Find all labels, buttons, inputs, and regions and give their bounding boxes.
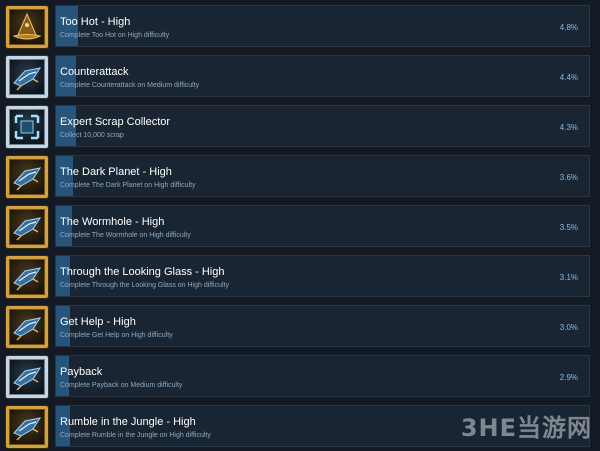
achievement-description: Complete Too Hot on High difficulty — [60, 32, 170, 39]
achievement-description: Complete Payback on Medium difficulty — [60, 382, 183, 389]
spaceship-icon — [6, 406, 48, 448]
achievement-panel: The Dark Planet - High Complete The Dark … — [55, 155, 590, 197]
achievement-title: Expert Scrap Collector — [60, 116, 171, 128]
spaceship-icon-graphic — [13, 267, 42, 291]
spaceship-icon — [6, 56, 48, 98]
unlock-percent: 3.6% — [559, 173, 578, 182]
wizard-hat-icon — [6, 6, 48, 48]
spaceship-icon — [6, 156, 48, 198]
achievement-row[interactable]: Too Hot - High Complete Too Hot on High d… — [0, 4, 600, 54]
spaceship-icon-graphic — [13, 417, 42, 441]
achievement-title: The Dark Planet - High — [60, 166, 172, 178]
achievement-title: Through the Looking Glass - High — [60, 266, 225, 278]
achievement-panel: The Wormhole - High Complete The Wormhole… — [55, 205, 590, 247]
achievement-row[interactable]: Counterattack Complete Counterattack on M… — [0, 54, 600, 104]
achievement-title: Get Help - High — [60, 316, 136, 328]
achievement-panel: Counterattack Complete Counterattack on M… — [55, 55, 590, 97]
spaceship-icon-graphic — [13, 67, 42, 91]
achievement-description: Complete The Dark Planet on High difficu… — [60, 182, 196, 189]
unlock-percent: 2.9% — [559, 373, 578, 382]
achievement-title: The Wormhole - High — [60, 216, 165, 228]
scrap-target-icon-graphic — [14, 114, 40, 140]
unlock-percent: 3.0% — [559, 323, 578, 332]
achievement-row[interactable]: The Wormhole - High Complete The Wormhole… — [0, 204, 600, 254]
achievement-description: Complete Rumble in the Jungle on High di… — [60, 432, 211, 439]
achievement-row[interactable]: The Dark Planet - High Complete The Dark … — [0, 154, 600, 204]
spaceship-icon-graphic — [13, 167, 42, 191]
achievement-panel: Too Hot - High Complete Too Hot on High d… — [55, 5, 590, 47]
unlock-percent: 3.1% — [559, 273, 578, 282]
achievement-description: Collect 10,000 scrap — [60, 132, 124, 139]
achievement-panel: Expert Scrap Collector Collect 10,000 scr… — [55, 105, 590, 147]
achievement-description: Complete Through the Looking Glass on Hi… — [60, 282, 230, 289]
achievement-panel: Payback Complete Payback on Medium diffic… — [55, 355, 590, 397]
achievement-row[interactable]: Expert Scrap Collector Collect 10,000 scr… — [0, 104, 600, 154]
spaceship-icon — [6, 306, 48, 348]
achievement-description: Complete Counterattack on Medium difficu… — [60, 82, 200, 89]
achievement-row[interactable]: Payback Complete Payback on Medium diffic… — [0, 354, 600, 404]
unlock-percent: 3.5% — [559, 223, 578, 232]
spaceship-icon-graphic — [13, 367, 42, 391]
unlock-percent: 4.8% — [559, 23, 578, 32]
spaceship-icon — [6, 206, 48, 248]
achievement-title: Rumble in the Jungle - High — [60, 416, 196, 428]
unlock-percent: 4.4% — [559, 73, 578, 82]
wizard-hat-icon-graphic — [12, 12, 42, 40]
achievement-row[interactable]: Through the Looking Glass - High Complete… — [0, 254, 600, 304]
watermark-logo: 3HE当游网 — [460, 414, 592, 442]
achievement-panel: Through the Looking Glass - High Complete… — [55, 255, 590, 297]
spaceship-icon-graphic — [13, 217, 42, 241]
achievement-panel: Get Help - High Complete Get Help on High… — [55, 305, 590, 347]
spaceship-icon-graphic — [13, 317, 42, 341]
spaceship-icon — [6, 256, 48, 298]
achievement-title: Too Hot - High — [60, 16, 131, 28]
unlock-percent: 4.3% — [559, 123, 578, 132]
achievement-title: Payback — [60, 366, 103, 378]
achievement-description: Complete The Wormhole on High difficulty — [60, 232, 191, 239]
achievement-description: Complete Get Help on High difficulty — [60, 332, 173, 339]
scrap-target-icon — [6, 106, 48, 148]
spaceship-icon — [6, 356, 48, 398]
achievement-title: Counterattack — [60, 66, 129, 78]
achievement-list: Too Hot - High Complete Too Hot on High d… — [0, 0, 600, 451]
achievement-row[interactable]: Get Help - High Complete Get Help on High… — [0, 304, 600, 354]
